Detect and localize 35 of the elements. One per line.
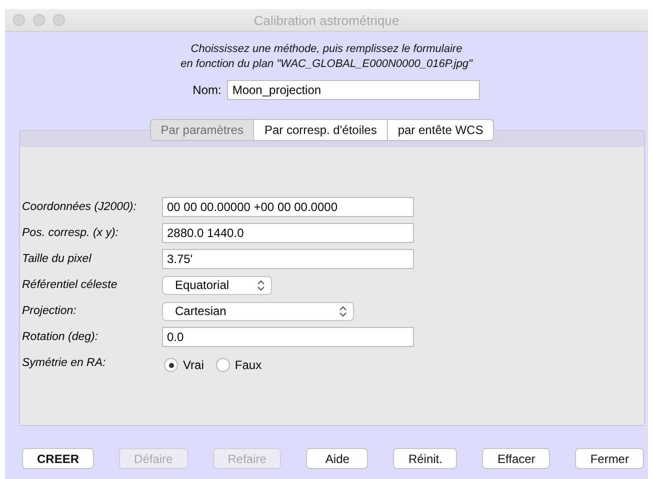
action-button[interactable]: Effacer bbox=[482, 448, 550, 469]
radio-button[interactable] bbox=[164, 358, 178, 372]
close-icon[interactable] bbox=[13, 14, 25, 26]
input-field[interactable]: 2880.0 1440.0 bbox=[162, 223, 414, 243]
field-label: Taille du pixel bbox=[22, 253, 92, 265]
action-button[interactable]: CREER bbox=[22, 448, 94, 469]
tab[interactable]: par entête WCS bbox=[388, 119, 494, 141]
updown-icon bbox=[257, 280, 265, 290]
action-button[interactable]: Fermer bbox=[575, 448, 644, 469]
tab[interactable]: Par corresp. d'étoiles bbox=[254, 119, 388, 141]
field-label: Projection: bbox=[22, 305, 78, 317]
radio-button[interactable] bbox=[216, 358, 230, 372]
field-label: Pos. corresp. (x y): bbox=[22, 227, 120, 239]
action-button[interactable]: Aide bbox=[306, 448, 368, 469]
input-field[interactable]: 0.0 bbox=[162, 327, 414, 347]
name-label: Nom: bbox=[192, 83, 222, 97]
updown-icon bbox=[339, 306, 347, 316]
name-field[interactable]: Moon_projection bbox=[227, 80, 480, 100]
field-label: Référentiel céleste bbox=[22, 279, 118, 291]
field-label: Coordonnées (J2000): bbox=[22, 201, 138, 213]
input-field[interactable]: 00 00 00.00000 +00 00 00.0000 bbox=[162, 197, 414, 217]
field-label: Symétrie en RA: bbox=[22, 357, 107, 369]
radio-label: Vrai bbox=[183, 358, 204, 372]
dropdown[interactable]: Cartesian bbox=[162, 302, 354, 320]
minimize-icon[interactable] bbox=[33, 14, 45, 26]
radio-label: Faux bbox=[234, 358, 262, 372]
window-title: Calibration astrométrique bbox=[254, 12, 400, 28]
action-button[interactable]: Réinit. bbox=[393, 448, 458, 469]
instruction-text: Choississez une méthode, puis remplissez le formulaire bbox=[190, 42, 462, 57]
dropdown[interactable]: Equatorial bbox=[162, 276, 272, 294]
tab[interactable]: Par paramètres bbox=[150, 119, 254, 141]
zoom-icon[interactable] bbox=[53, 14, 65, 26]
instruction-text: en fonction du plan "WAC_GLOBAL_E000N0000_016P.jpg" bbox=[180, 57, 472, 72]
field-label: Rotation (deg): bbox=[22, 331, 100, 343]
input-field[interactable]: 3.75' bbox=[162, 249, 414, 269]
